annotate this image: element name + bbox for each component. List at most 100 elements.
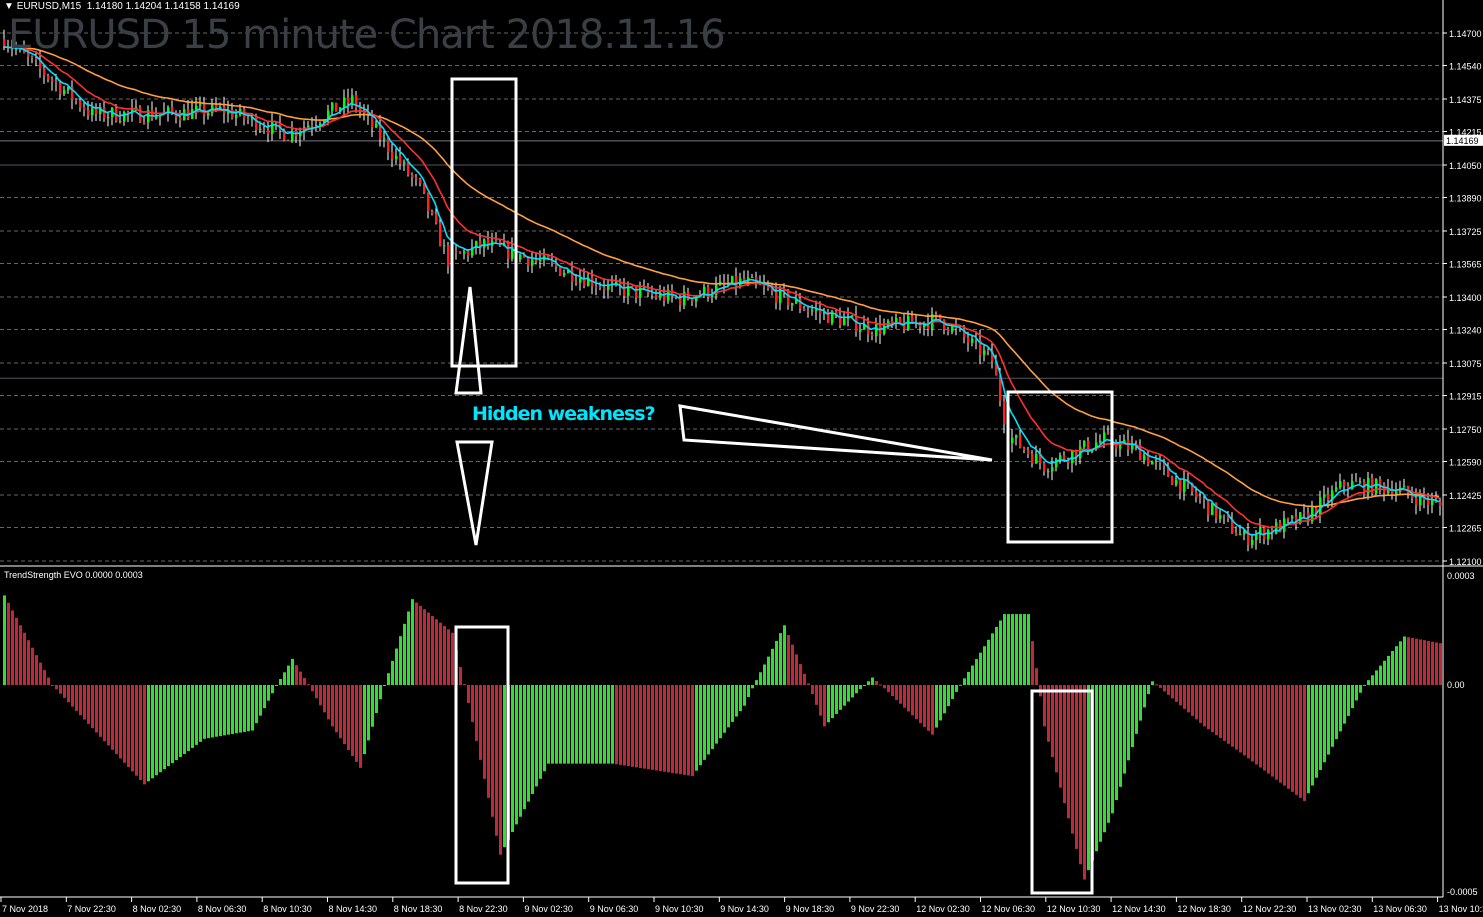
candle-body (1339, 481, 1342, 488)
histogram-bar (283, 672, 286, 685)
candle-body (1415, 498, 1418, 506)
histogram-bar (707, 685, 710, 755)
histogram-bar (1331, 685, 1334, 747)
histogram-bar (1111, 685, 1114, 814)
candle-body (1327, 494, 1330, 501)
histogram-bar (551, 685, 554, 764)
wedge-arrow[interactable] (678, 404, 993, 462)
histogram-bar (731, 685, 734, 722)
histogram-bar (1191, 685, 1194, 716)
histogram-bar (63, 685, 66, 698)
histogram-bar (975, 659, 978, 685)
histogram-bar (1231, 685, 1234, 747)
candle-body (35, 58, 38, 60)
histogram-bar (267, 685, 270, 701)
histogram-bar (495, 685, 498, 836)
price-chart[interactable]: 1.147001.145401.143751.142151.140501.138… (0, 0, 1483, 917)
histogram-bar (511, 685, 514, 832)
candle-body (307, 125, 310, 128)
histogram-bar (311, 685, 314, 692)
histogram-bar (819, 685, 822, 716)
histogram-bar (543, 685, 546, 772)
up-triangle[interactable] (454, 286, 483, 395)
histogram-bar (1211, 685, 1214, 733)
highlight-box[interactable] (1006, 390, 1114, 544)
histogram-bar (67, 685, 70, 703)
histogram-bar (695, 685, 698, 771)
histogram-bar (167, 685, 170, 767)
histogram-bar (563, 685, 566, 764)
candle-body (655, 294, 658, 298)
candle-body (459, 252, 462, 254)
histogram-bar (215, 685, 218, 737)
down-triangle[interactable] (455, 440, 494, 546)
histogram-bar (715, 685, 718, 744)
histogram-bar (943, 685, 946, 714)
time-tick-label: 8 Nov 02:30 (133, 904, 182, 914)
histogram-bar (1339, 685, 1342, 732)
histogram-bar (915, 685, 918, 720)
histogram-bar (151, 685, 154, 779)
time-tick-label: 8 Nov 22:30 (459, 904, 508, 914)
histogram-bar (1195, 685, 1198, 720)
histogram-bar (1159, 685, 1162, 688)
histogram-bar (1115, 685, 1118, 801)
candle-body (199, 104, 202, 106)
histogram-bar (279, 679, 282, 685)
histogram-bar (91, 685, 94, 729)
highlight-box[interactable] (450, 77, 518, 368)
candle-body (287, 140, 290, 142)
candle-body (455, 251, 458, 253)
histogram-bar (479, 685, 482, 760)
histogram-bar (139, 685, 142, 781)
histogram-bar (1291, 685, 1294, 792)
price-tick-label: 1.14375 (1449, 95, 1482, 105)
candle-body (535, 259, 538, 261)
histogram-bar (1003, 614, 1006, 685)
candle-body (1287, 518, 1290, 520)
histogram-bar (1403, 636, 1406, 685)
candle-body (203, 104, 206, 116)
annotation-shapes[interactable] (450, 77, 1114, 895)
histogram-bar (371, 685, 374, 727)
histogram-bar (703, 685, 706, 760)
histogram-bar (255, 685, 258, 724)
histogram-bar (931, 685, 934, 735)
histogram-bar (467, 685, 470, 703)
histogram-bar (955, 685, 958, 692)
histogram-bar (871, 677, 874, 685)
histogram-bar (331, 685, 334, 727)
histogram-bar (23, 632, 26, 685)
histogram-bar (1099, 685, 1102, 842)
histogram-bar (11, 610, 14, 685)
histogram-bar (1271, 685, 1274, 777)
histogram-bar (191, 685, 194, 748)
histogram-bar (587, 685, 590, 764)
histogram-bar (775, 640, 778, 685)
time-tick-label: 7 Nov 2018 (2, 904, 48, 914)
time-tick-label: 12 Nov 14:30 (1112, 904, 1166, 914)
histogram-bar (1263, 685, 1266, 771)
candle-body (255, 116, 258, 131)
histogram-bar (643, 685, 646, 769)
candle-body (415, 177, 418, 179)
histogram-bar (471, 685, 474, 722)
histogram-bar (655, 685, 658, 771)
histogram-bar (1287, 685, 1290, 789)
time-tick-label: 9 Nov 10:30 (655, 904, 704, 914)
histogram-bar (391, 660, 394, 685)
histogram-bar (967, 671, 970, 685)
time-tick-label: 13 Nov 10:30 (1439, 904, 1483, 914)
candle-body (651, 293, 654, 295)
histogram-bar (275, 685, 278, 686)
histogram-bar (1415, 638, 1418, 685)
histogram-bar (235, 685, 238, 734)
candle-body (859, 329, 862, 332)
histogram-bar (1299, 685, 1302, 798)
histogram-bar (307, 684, 310, 686)
candle-body (751, 276, 754, 278)
candle-body (507, 243, 510, 259)
candle-body (427, 192, 430, 212)
histogram-bar (1435, 642, 1438, 685)
histogram-bar (47, 677, 50, 685)
